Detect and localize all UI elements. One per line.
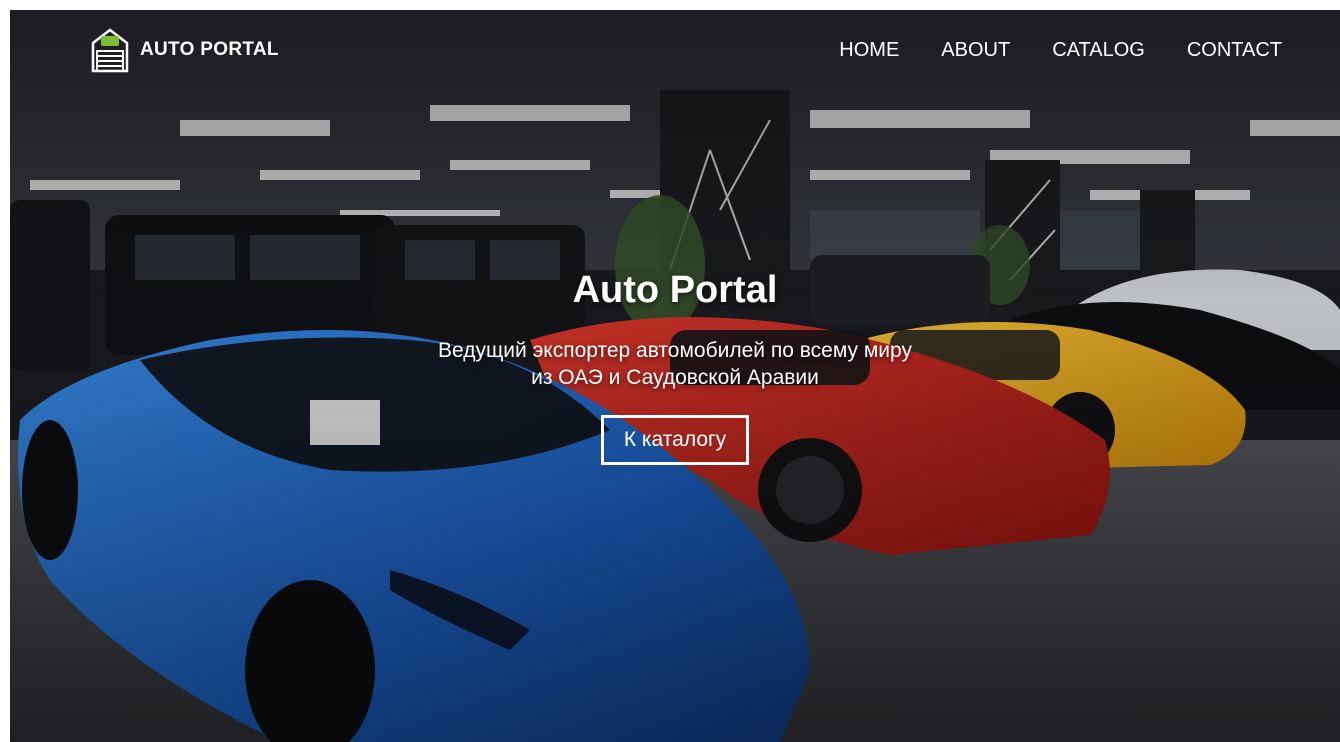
brand-name: AUTO PORTAL — [140, 39, 279, 60]
nav-link-about[interactable]: ABOUT — [941, 39, 1010, 62]
hero-section: AUTO PORTAL HOME ABOUT CATALOG CONTACT A… — [10, 10, 1340, 742]
nav-link-home[interactable]: HOME — [839, 39, 899, 62]
navbar: AUTO PORTAL HOME ABOUT CATALOG CONTACT — [10, 10, 1340, 90]
hero-content: Auto Portal Ведущий экспортер автомобиле… — [10, 265, 1340, 465]
garage-icon — [90, 27, 130, 73]
nav-link-contact[interactable]: CONTACT — [1187, 39, 1282, 62]
nav-links: HOME ABOUT CATALOG CONTACT — [839, 39, 1282, 62]
hero-title: Auto Portal — [572, 269, 778, 311]
catalog-button[interactable]: К каталогу — [600, 415, 750, 465]
nav-link-catalog[interactable]: CATALOG — [1052, 39, 1145, 62]
brand-logo[interactable]: AUTO PORTAL — [90, 27, 279, 73]
hero-subtitle: Ведущий экспортер автомобилей по всему м… — [438, 339, 912, 389]
